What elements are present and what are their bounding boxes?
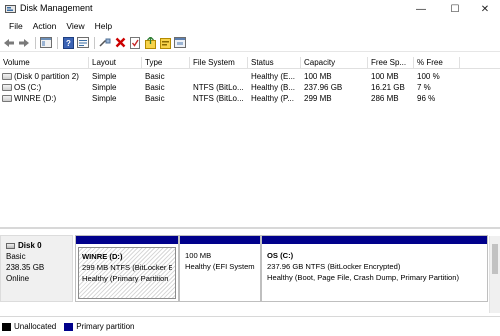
toolbar-separator — [35, 36, 36, 49]
cell-volume: WINRE (D:) — [14, 94, 57, 103]
table-row[interactable]: (Disk 0 partition 2) Simple Basic Health… — [0, 71, 500, 82]
cell-percent-free: 100 % — [417, 72, 440, 81]
volume-list-header: Volume Layout Type File System Status Ca… — [0, 57, 500, 69]
cell-free-space: 16.21 GB — [371, 83, 405, 92]
partition-name: OS (C:) — [267, 251, 294, 260]
column-header-capacity[interactable]: Capacity — [301, 57, 368, 69]
properties-icon[interactable] — [77, 37, 89, 49]
settings-panel-icon[interactable] — [174, 37, 186, 49]
close-button[interactable]: ✕ — [470, 0, 500, 18]
cell-capacity: 299 MB — [304, 94, 332, 103]
toolbar-separator — [57, 36, 58, 49]
column-header-status[interactable]: Status — [248, 57, 301, 69]
partition-efi[interactable]: 100 MB Healthy (EFI System — [179, 235, 261, 302]
minimize-button[interactable]: — — [406, 0, 436, 18]
menu-bar: File Action View Help — [0, 19, 500, 33]
disk-map-pane: Disk 0 Basic 238.35 GB Online WINRE (D:)… — [0, 231, 500, 313]
vertical-scrollbar[interactable] — [489, 236, 500, 313]
cell-status: Healthy (B... — [251, 83, 296, 92]
window-title: Disk Management — [20, 3, 93, 13]
partition-winre[interactable]: WINRE (D:) 299 MB NTFS (BitLocker E Heal… — [75, 235, 179, 302]
partition-health: Healthy (Boot, Page File, Crash Dump, Pr… — [267, 273, 460, 282]
toolbar: ? — [0, 34, 500, 52]
cell-status: Healthy (P... — [251, 94, 294, 103]
column-header-type[interactable]: Type — [142, 57, 190, 69]
partition-body: OS (C:) 237.96 GB NTFS (BitLocker Encryp… — [264, 247, 485, 299]
connect-drive-icon[interactable] — [99, 37, 111, 49]
disk-size: 238.35 GB — [6, 263, 45, 272]
cell-volume: (Disk 0 partition 2) — [14, 72, 79, 81]
cell-file-system: NTFS (BitLo... — [193, 83, 244, 92]
column-header-free-space[interactable]: Free Sp... — [368, 57, 414, 69]
partition-os[interactable]: OS (C:) 237.96 GB NTFS (BitLocker Encryp… — [261, 235, 488, 302]
partition-body: WINRE (D:) 299 MB NTFS (BitLocker E Heal… — [78, 247, 176, 299]
new-volume-icon[interactable] — [144, 36, 156, 49]
scrollbar-thumb[interactable] — [492, 244, 498, 274]
volume-icon — [2, 95, 12, 102]
cell-file-system — [193, 71, 248, 82]
partition-health: Healthy (EFI System — [185, 262, 255, 271]
menu-help[interactable]: Help — [90, 19, 117, 33]
back-arrow-icon[interactable] — [3, 37, 15, 49]
partition-health: Healthy (Primary Partition — [82, 274, 169, 283]
help-icon[interactable]: ? — [62, 36, 74, 49]
cell-file-system: NTFS (BitLo... — [193, 94, 244, 103]
cell-capacity: 100 MB — [304, 72, 332, 81]
check-document-icon[interactable] — [129, 36, 141, 49]
cell-percent-free: 7 % — [417, 83, 431, 92]
column-header-percent-free[interactable]: % Free — [414, 57, 460, 69]
column-header-volume[interactable]: Volume — [0, 57, 89, 69]
title-bar: Disk Management — ☐ ✕ — [0, 0, 500, 18]
disk-icon — [6, 243, 15, 249]
disk-label[interactable]: Disk 0 Basic 238.35 GB Online — [0, 235, 73, 302]
cell-type: Basic — [145, 83, 165, 92]
menu-action[interactable]: Action — [28, 19, 62, 33]
cell-capacity: 237.96 GB — [304, 83, 343, 92]
delete-icon[interactable] — [114, 37, 126, 49]
partition-name: WINRE (D:) — [82, 252, 123, 261]
volume-icon — [2, 84, 12, 91]
rescan-disks-icon[interactable] — [159, 37, 171, 49]
cell-layout: Simple — [92, 94, 117, 103]
pane-splitter[interactable] — [0, 227, 500, 229]
console-tree-icon[interactable] — [40, 37, 52, 49]
cell-volume: OS (C:) — [14, 83, 42, 92]
volume-icon — [2, 73, 12, 80]
menu-view[interactable]: View — [61, 19, 89, 33]
partition-bar — [76, 236, 178, 244]
cell-status: Healthy (E... — [251, 72, 296, 81]
partition-detail: 237.96 GB NTFS (BitLocker Encrypted) — [267, 262, 401, 271]
partition-body: 100 MB Healthy (EFI System — [182, 247, 258, 299]
maximize-button[interactable]: ☐ — [440, 0, 470, 18]
partition-detail: 100 MB — [185, 251, 212, 260]
unallocated-swatch — [2, 322, 11, 331]
primary-partition-swatch — [64, 322, 74, 331]
cell-free-space: 100 MB — [371, 72, 399, 81]
forward-arrow-icon[interactable] — [18, 37, 30, 49]
disk-status: Online — [6, 274, 30, 283]
disk-type: Basic — [6, 252, 26, 261]
legend-unallocated: Unallocated — [14, 322, 57, 331]
legend-primary-partition: Primary partition — [76, 322, 135, 331]
cell-layout: Simple — [92, 72, 117, 81]
disk-name: Disk 0 — [18, 241, 42, 250]
column-header-file-system[interactable]: File System — [190, 57, 248, 69]
column-header-layout[interactable]: Layout — [89, 57, 142, 69]
disk-management-app-icon — [5, 4, 16, 14]
cell-layout: Simple — [92, 83, 117, 92]
legend-bar: Unallocated Primary partition — [0, 316, 500, 336]
partition-detail: 299 MB NTFS (BitLocker E — [82, 263, 172, 272]
cell-free-space: 286 MB — [371, 94, 399, 103]
partition-bar — [262, 236, 487, 244]
disk-name-line: Disk 0 — [6, 240, 72, 251]
svg-text:?: ? — [66, 39, 71, 48]
menu-file[interactable]: File — [4, 19, 28, 33]
cell-percent-free: 96 % — [417, 94, 436, 103]
partition-bar — [180, 236, 260, 244]
toolbar-separator — [94, 36, 95, 49]
table-row[interactable]: OS (C:) Simple Basic NTFS (BitLo... Heal… — [0, 82, 500, 93]
cell-type: Basic — [145, 94, 165, 103]
table-row[interactable]: WINRE (D:) Simple Basic NTFS (BitLo... H… — [0, 93, 500, 104]
cell-type: Basic — [145, 72, 165, 81]
